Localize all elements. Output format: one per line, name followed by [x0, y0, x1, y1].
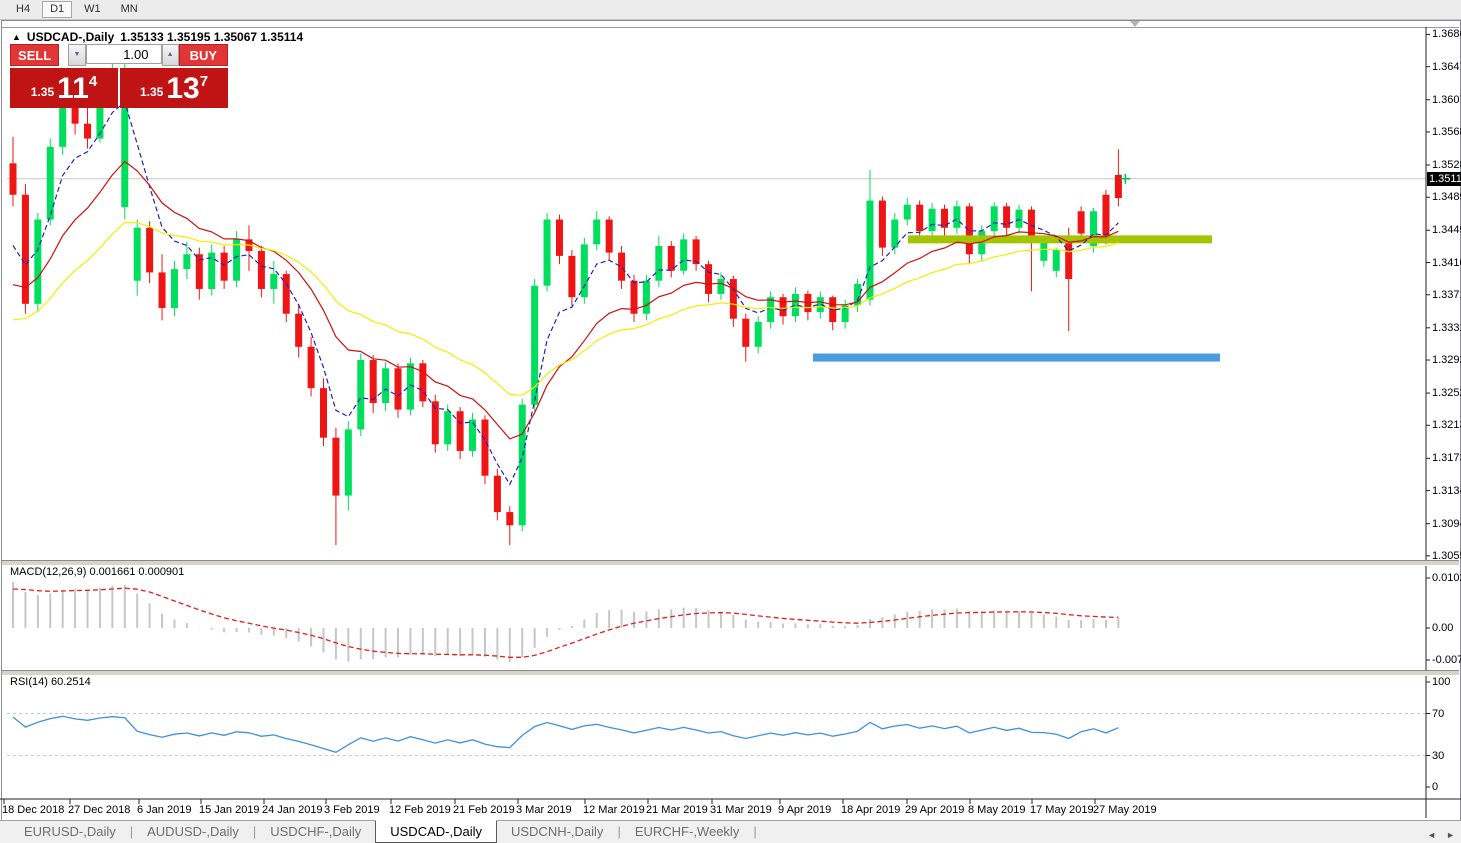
chart-tab-usdcnh[interactable]: USDCNH-,Daily	[497, 821, 617, 843]
chart-title: ▲ USDCAD-,Daily 1.35133 1.35195 1.35067 …	[12, 30, 303, 44]
price-axis-label: 1.35680	[1432, 126, 1461, 138]
timeframe-toolbar: H4 D1 W1 MN	[0, 0, 1461, 20]
sell-price-big-digits: 11	[57, 75, 89, 103]
scroll-position-marker[interactable]	[1130, 21, 1140, 27]
macd-indicator-label: MACD(12,26,9) 0.001661 0.000901	[10, 566, 184, 578]
timeframe-button-w1[interactable]: W1	[76, 1, 109, 18]
chart-tab-audusd[interactable]: AUDUSD-,Daily	[133, 821, 253, 843]
buy-button[interactable]: BUY	[179, 44, 228, 66]
buy-price-display[interactable]: 1.35 13 7	[120, 68, 228, 108]
price-axis-label: 1.33710	[1432, 289, 1461, 301]
price-axis-label: 1.36860	[1432, 28, 1461, 40]
price-axis-label: 1.31340	[1432, 485, 1461, 497]
price-axis-label: 1.33310	[1432, 322, 1461, 334]
date-axis-label: 3 Mar 2019	[516, 804, 572, 816]
tab-separator: |	[753, 821, 756, 843]
macd-panel-divider[interactable]	[2, 560, 1459, 566]
volume-input[interactable]	[86, 44, 162, 64]
date-axis-label: 3 Feb 2019	[324, 804, 380, 816]
tab-scroll-left-icon[interactable]: ◄	[1427, 830, 1436, 840]
date-axis-label: 29 Apr 2019	[905, 804, 964, 816]
chart-tab-usdcad[interactable]: USDCAD-,Daily	[375, 820, 497, 843]
sell-price-display[interactable]: 1.35 11 4	[10, 68, 118, 108]
rsi-axis-label: 30	[1432, 750, 1444, 762]
date-axis-label: 21 Mar 2019	[646, 804, 708, 816]
macd-axis-label: 0.00	[1432, 622, 1453, 634]
one-click-trade-panel: SELL ▼ ▲ BUY 1.35 11 4 1.35 13 7	[10, 44, 228, 108]
price-axis-label: 1.34490	[1432, 224, 1461, 236]
chart-tab-eurchf[interactable]: EURCHF-,Weekly	[621, 821, 754, 843]
volume-increase-icon[interactable]: ▲	[162, 44, 179, 66]
chart-tab-usdchf[interactable]: USDCHF-,Daily	[256, 821, 375, 843]
buy-price-prefix: 1.35	[140, 85, 163, 99]
date-axis-label: 18 Dec 2018	[2, 804, 64, 816]
rsi-panel-divider[interactable]	[2, 670, 1459, 676]
price-axis-label: 1.34890	[1432, 191, 1461, 203]
tab-scroll-right-icon[interactable]: ►	[1446, 830, 1455, 840]
macd-axis-label: -0.00747	[1432, 654, 1461, 666]
chart-tab-eurusd[interactable]: EURUSD-,Daily	[10, 821, 130, 843]
date-axis-label: 15 Jan 2019	[199, 804, 260, 816]
macd-axis-label: 0.010229	[1432, 572, 1461, 584]
date-axis-label: 21 Feb 2019	[453, 804, 515, 816]
chart-symbol-label: USDCAD-,Daily	[27, 30, 114, 44]
chart-ohlc-values: 1.35133 1.35195 1.35067 1.35114	[120, 30, 303, 44]
chart-tab-bar: EURUSD-,Daily|AUDUSD-,Daily|USDCHF-,Dail…	[0, 820, 1461, 843]
timeframe-button-mn[interactable]: MN	[113, 1, 146, 18]
date-axis-label: 18 Apr 2019	[841, 804, 900, 816]
price-axis-label: 1.35280	[1432, 159, 1461, 171]
timeframe-button-d1[interactable]: D1	[42, 1, 72, 18]
buy-price-pipette: 7	[200, 73, 208, 90]
date-axis-label: 17 May 2019	[1030, 804, 1094, 816]
date-axis-label: 12 Mar 2019	[583, 804, 645, 816]
rsi-axis-label: 0	[1432, 781, 1438, 793]
date-axis-label: 27 Dec 2018	[68, 804, 130, 816]
current-price-tag: 1.35114	[1427, 172, 1461, 186]
sell-price-prefix: 1.35	[31, 85, 54, 99]
chart-window	[1, 20, 1461, 821]
price-axis-label: 1.30940	[1432, 518, 1461, 530]
volume-decrease-icon[interactable]: ▼	[68, 44, 85, 66]
chart-top-border	[2, 27, 1459, 28]
timeframe-button-h4[interactable]: H4	[8, 1, 38, 18]
sell-button[interactable]: SELL	[10, 44, 59, 66]
price-axis-label: 1.36470	[1432, 61, 1461, 73]
price-axis-label: 1.34100	[1432, 257, 1461, 269]
date-axis-label: 27 May 2019	[1093, 804, 1157, 816]
date-axis-label: 8 May 2019	[968, 804, 1025, 816]
price-axis-label: 1.32130	[1432, 419, 1461, 431]
buy-price-big-digits: 13	[166, 75, 199, 103]
date-axis-label: 6 Jan 2019	[137, 804, 191, 816]
rsi-axis-label: 100	[1432, 676, 1450, 688]
rsi-axis-label: 70	[1432, 708, 1444, 720]
price-axis-label: 1.32520	[1432, 387, 1461, 399]
date-axis-label: 31 Mar 2019	[710, 804, 772, 816]
date-axis-label: 24 Jan 2019	[262, 804, 323, 816]
rsi-indicator-label: RSI(14) 60.2514	[10, 676, 91, 688]
sell-price-pipette: 4	[89, 73, 97, 90]
price-axis-label: 1.36070	[1432, 94, 1461, 106]
date-axis-label: 9 Apr 2019	[778, 804, 831, 816]
price-axis-label: 1.32920	[1432, 354, 1461, 366]
collapse-panel-icon[interactable]: ▲	[12, 32, 21, 42]
price-axis-label: 1.31730	[1432, 452, 1461, 464]
date-axis-label: 12 Feb 2019	[389, 804, 451, 816]
